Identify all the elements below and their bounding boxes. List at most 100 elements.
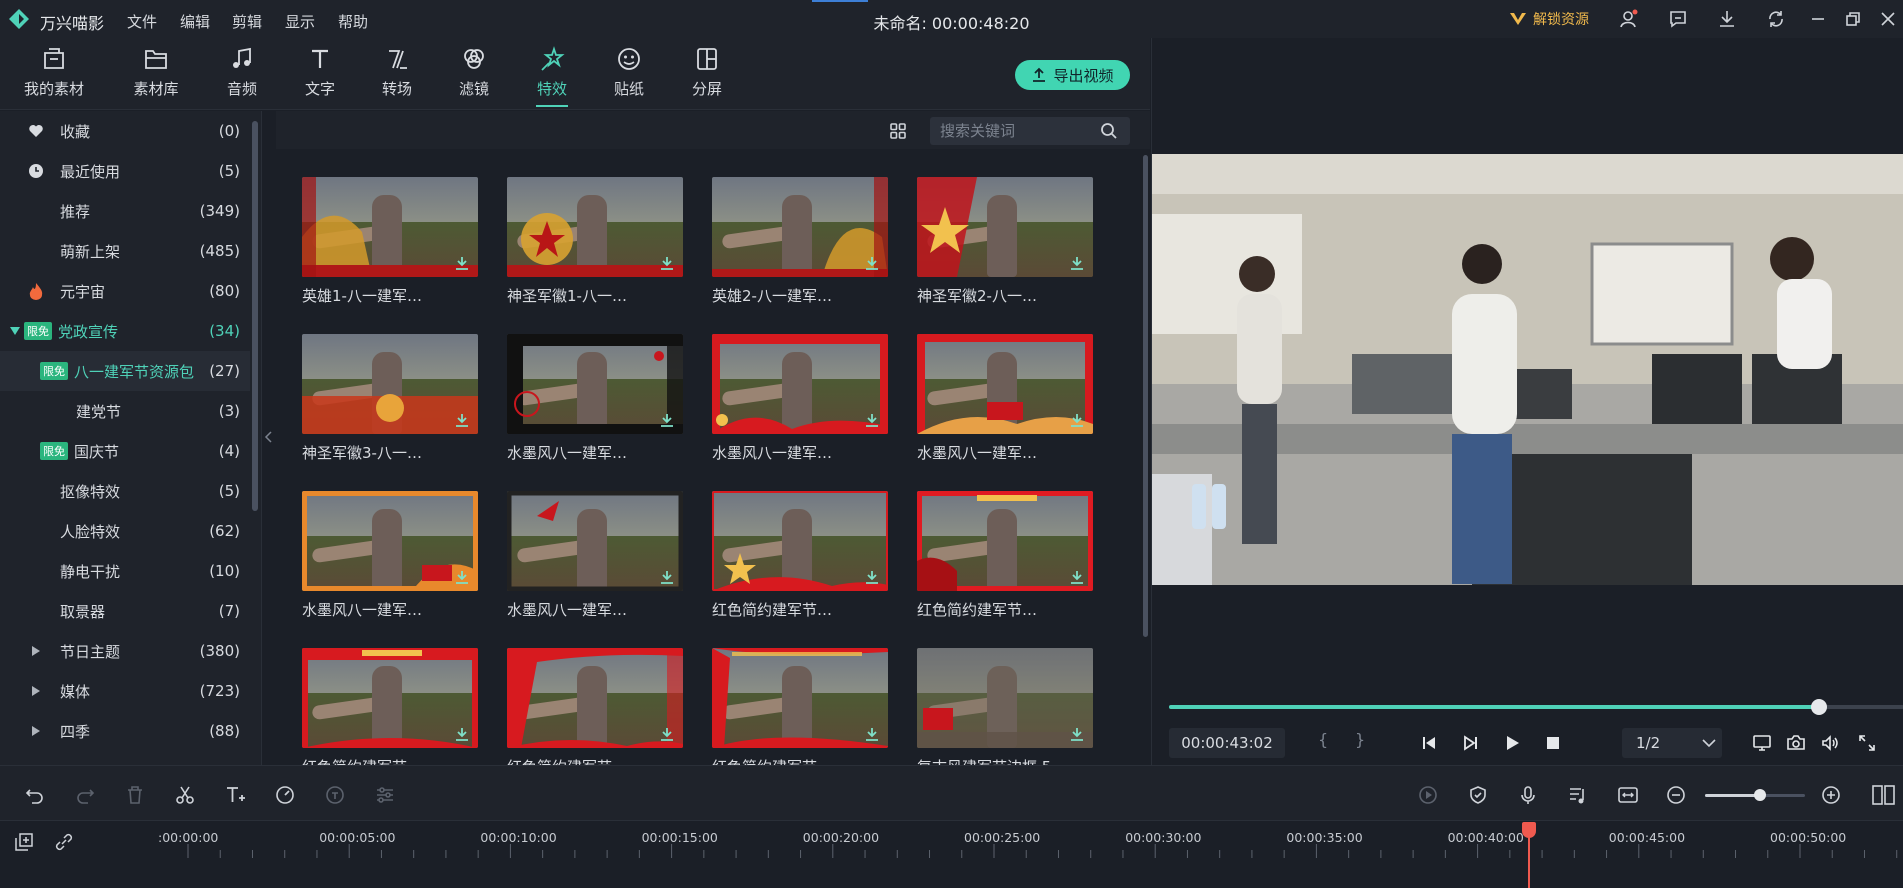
playback-progress-slider[interactable]	[1169, 699, 1903, 715]
sidebar-item-party-propaganda[interactable]: 限免 党政宣传 (34)	[0, 311, 250, 351]
tab-stickers[interactable]: 贴纸	[589, 46, 669, 99]
play-icon[interactable]	[1502, 733, 1522, 753]
collapse-panel-icon[interactable]	[264, 430, 272, 444]
effect-card[interactable]: 红色简约建军节…	[917, 491, 1093, 631]
tab-my-media[interactable]: 我的素材	[14, 46, 94, 99]
effect-thumbnail[interactable]	[507, 334, 683, 434]
effect-card[interactable]: 英雄1-八一建军…	[302, 177, 478, 317]
effect-thumbnail[interactable]	[507, 648, 683, 748]
effect-card[interactable]: 红色简约建军节…	[507, 648, 683, 765]
add-text-icon[interactable]	[224, 784, 246, 806]
download-icon[interactable]	[454, 255, 470, 271]
download-icon[interactable]	[1069, 726, 1085, 742]
playhead-handle[interactable]	[1522, 822, 1537, 838]
download-icon[interactable]	[864, 726, 880, 742]
effect-card[interactable]: 红色简约建军节…	[302, 648, 478, 765]
export-video-button[interactable]: 导出视频	[1015, 60, 1130, 90]
effect-thumbnail[interactable]	[917, 491, 1093, 591]
zoom-in-icon[interactable]	[1820, 784, 1842, 806]
sidebar-item-party-founding[interactable]: 建党节 (3)	[0, 391, 250, 431]
download-icon[interactable]	[454, 412, 470, 428]
effect-card[interactable]: 水墨风八一建军…	[302, 491, 478, 631]
sidebar-item-static-noise[interactable]: 静电干扰 (10)	[0, 551, 250, 591]
sidebar-scrollbar[interactable]	[252, 121, 258, 511]
download-icon[interactable]	[454, 569, 470, 585]
speed-icon[interactable]	[274, 784, 296, 806]
effect-thumbnail[interactable]	[917, 648, 1093, 748]
effect-thumbnail[interactable]	[302, 334, 478, 434]
tab-transition[interactable]: 转场	[357, 46, 437, 99]
sidebar-item-keying[interactable]: 抠像特效 (5)	[0, 471, 250, 511]
tab-stock-library[interactable]: 素材库	[116, 46, 196, 99]
effect-card[interactable]: 水墨风八一建军…	[712, 334, 888, 474]
fullscreen-icon[interactable]	[1857, 733, 1877, 753]
menu-file[interactable]: 文件	[127, 11, 157, 32]
zoom-out-icon[interactable]	[1665, 784, 1687, 806]
timeline-ruler[interactable]: :00:00:00 00:00:05:00 00:00:10:00 00:00:15:…	[0, 822, 1903, 888]
effect-card[interactable]: 英雄2-八一建军…	[712, 177, 888, 317]
unlock-resources-button[interactable]: 解锁资源	[1508, 8, 1589, 30]
duration-icon[interactable]	[324, 784, 346, 806]
sync-icon[interactable]	[1766, 9, 1786, 29]
download-icon[interactable]	[1717, 9, 1737, 29]
tab-filter[interactable]: 滤镜	[434, 46, 514, 99]
menu-help[interactable]: 帮助	[338, 11, 368, 32]
effect-card[interactable]: 红色简约建军节…	[712, 491, 888, 631]
effect-thumbnail[interactable]	[302, 177, 478, 277]
tab-effects[interactable]: 特效	[512, 46, 592, 107]
search-icon[interactable]	[1100, 122, 1118, 140]
minimize-icon[interactable]	[1808, 9, 1828, 29]
effect-thumbnail[interactable]	[712, 491, 888, 591]
download-icon[interactable]	[864, 569, 880, 585]
mark-in-button[interactable]: {	[1318, 730, 1328, 749]
download-icon[interactable]	[659, 569, 675, 585]
sidebar-item-metaverse[interactable]: 元宇宙 (80)	[0, 271, 250, 311]
timeline-zoom-slider[interactable]	[1705, 789, 1805, 801]
display-settings-icon[interactable]	[1752, 733, 1772, 753]
sidebar-item-national-day[interactable]: 限免 国庆节 (4)	[0, 431, 250, 471]
split-scissors-icon[interactable]	[174, 784, 196, 806]
restore-icon[interactable]	[1843, 9, 1863, 29]
effect-card[interactable]: 复古风建军节边框 5…	[917, 648, 1093, 765]
adjust-sliders-icon[interactable]	[374, 784, 396, 806]
effect-thumbnail[interactable]	[917, 177, 1093, 277]
sidebar-item-favorites[interactable]: 收藏 (0)	[0, 111, 250, 151]
effect-card[interactable]: 红色简约建军节…	[712, 648, 888, 765]
stop-icon[interactable]	[1543, 733, 1563, 753]
effect-card[interactable]: 水墨风八一建军…	[507, 491, 683, 631]
menu-clip[interactable]: 剪辑	[232, 11, 262, 32]
microphone-icon[interactable]	[1517, 784, 1539, 806]
redo-icon[interactable]	[74, 784, 96, 806]
snapshot-camera-icon[interactable]	[1786, 733, 1806, 753]
progress-knob[interactable]	[1811, 699, 1828, 715]
close-icon[interactable]	[1878, 9, 1898, 29]
tab-split-screen[interactable]: 分屏	[667, 46, 747, 99]
layout-toggle-icon[interactable]	[1872, 784, 1895, 806]
effect-thumbnail[interactable]	[302, 648, 478, 748]
mark-out-button[interactable]: }	[1355, 730, 1365, 749]
sidebar-item-viewfinder[interactable]: 取景器 (7)	[0, 591, 250, 631]
download-icon[interactable]	[1069, 569, 1085, 585]
download-icon[interactable]	[1069, 412, 1085, 428]
download-icon[interactable]	[454, 726, 470, 742]
video-preview[interactable]	[1152, 154, 1903, 585]
effect-card[interactable]: 水墨风八一建军…	[917, 334, 1093, 474]
next-frame-icon[interactable]	[1461, 733, 1481, 753]
sidebar-item-face-effects[interactable]: 人脸特效 (62)	[0, 511, 250, 551]
effect-card[interactable]: 神圣军徽1-八一…	[507, 177, 683, 317]
sidebar-item-new-arrivals[interactable]: 萌新上架 (485)	[0, 231, 250, 271]
render-preview-icon[interactable]	[1417, 784, 1439, 806]
download-icon[interactable]	[659, 726, 675, 742]
sidebar-item-recommended[interactable]: 推荐 (349)	[0, 191, 250, 231]
tab-audio[interactable]: 音频	[202, 46, 282, 99]
delete-icon[interactable]	[124, 784, 146, 806]
sidebar-item-media[interactable]: 媒体 (723)	[0, 671, 250, 711]
download-icon[interactable]	[1069, 255, 1085, 271]
zoom-knob[interactable]	[1754, 789, 1766, 801]
sidebar-item-army-day-pack[interactable]: 限免 八一建军节资源包 (27)	[0, 351, 250, 391]
sidebar-item-recent[interactable]: 最近使用 (5)	[0, 151, 250, 191]
menu-view[interactable]: 显示	[285, 11, 315, 32]
effect-card[interactable]: 水墨风八一建军…	[507, 334, 683, 474]
effect-card[interactable]: 神圣军徽3-八一…	[302, 334, 478, 474]
undo-icon[interactable]	[24, 784, 46, 806]
